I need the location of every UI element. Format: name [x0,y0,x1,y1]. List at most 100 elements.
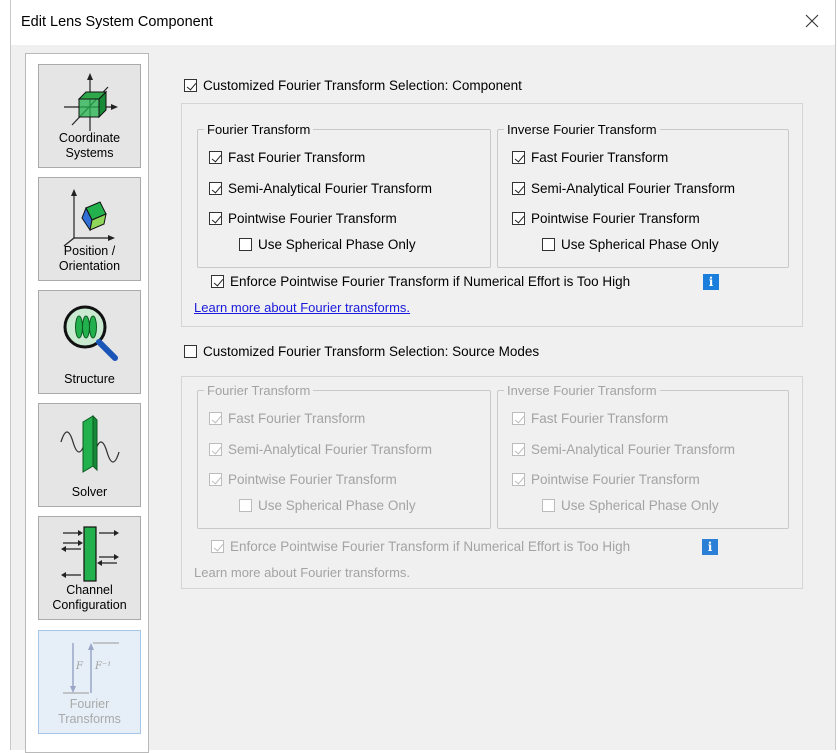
component-pointwise-ft-checkbox[interactable]: Pointwise Fourier Transform [209,211,397,226]
checkbox-checked-icon [209,182,222,195]
checkbox-label: Pointwise Fourier Transform [228,472,397,487]
fourier-transforms-icon: F F⁻¹ [62,642,119,694]
checkbox-checked-icon [209,151,222,164]
checkbox-checked-icon [512,473,525,486]
checkbox-label: Use Spherical Phase Only [561,498,719,513]
component-inverse-semi-analytical-ft-checkbox[interactable]: Semi-Analytical Fourier Transform [512,181,735,196]
checkbox-label: Enforce Pointwise Fourier Transform if N… [230,274,631,289]
source-inverse-fast-ft-checkbox[interactable]: Fast Fourier Transform [512,411,668,426]
source-inverse-pointwise-ft-checkbox[interactable]: Pointwise Fourier Transform [512,472,700,487]
checkbox-checked-icon [209,473,222,486]
source-modes-customized-checkbox[interactable]: Customized Fourier Transform Selection: … [184,344,539,359]
checkbox-checked-icon [211,275,224,288]
component-inverse-fourier-transform-group: Inverse Fourier Transform Fast Fourier T… [497,122,789,268]
sidebar-item-position-orientation[interactable]: Position / Orientation [38,177,141,281]
checkbox-label: Fast Fourier Transform [228,150,366,165]
component-enforce-pointwise-checkbox[interactable]: Enforce Pointwise Fourier Transform if N… [211,274,630,289]
structure-icon [63,305,118,361]
group-legend: Fourier Transform [204,122,314,137]
component-customized-label: Customized Fourier Transform Selection: … [203,78,522,93]
checkbox-unchecked-icon [542,499,555,512]
source-fast-ft-checkbox[interactable]: Fast Fourier Transform [209,411,365,426]
navigation-sidebar: Coordinate Systems Position / Orientatio… [25,53,149,753]
component-spherical-phase-checkbox[interactable]: Use Spherical Phase Only [239,237,416,252]
source-enforce-pointwise-checkbox[interactable]: Enforce Pointwise Fourier Transform if N… [211,539,630,554]
checkbox-unchecked-icon [542,238,555,251]
channel-configuration-icon [60,526,119,582]
checkbox-label: Fast Fourier Transform [531,411,669,426]
svg-text:F⁻¹: F⁻¹ [94,661,111,672]
checkbox-checked-icon [512,412,525,425]
sidebar-item-solver[interactable]: Solver [38,403,141,507]
component-fourier-transform-group: Fourier Transform Fast Fourier Transform… [197,122,491,268]
checkbox-checked-icon [209,412,222,425]
checkbox-label: Semi-Analytical Fourier Transform [228,181,433,196]
info-icon[interactable]: i [702,539,718,555]
sidebar-item-label: Structure [64,372,115,386]
component-inverse-pointwise-ft-checkbox[interactable]: Pointwise Fourier Transform [512,211,700,226]
source-spherical-phase-checkbox[interactable]: Use Spherical Phase Only [239,498,416,513]
checkbox-checked-icon [209,212,222,225]
solver-icon [59,414,120,473]
source-modes-customized-label: Customized Fourier Transform Selection: … [203,344,540,359]
source-inverse-semi-analytical-ft-checkbox[interactable]: Semi-Analytical Fourier Transform [512,442,735,457]
sidebar-item-coordinate-systems[interactable]: Coordinate Systems [38,64,141,168]
checkbox-label: Semi-Analytical Fourier Transform [531,181,736,196]
sidebar-item-fourier-transforms[interactable]: F F⁻¹ Fourier Transforms [38,630,141,734]
checkbox-label: Pointwise Fourier Transform [531,211,700,226]
position-orientation-icon [63,189,115,247]
source-modes-group: Fourier Transform Fast Fourier Transform… [181,376,803,589]
checkbox-label: Use Spherical Phase Only [561,237,719,252]
component-fast-ft-checkbox[interactable]: Fast Fourier Transform [209,150,365,165]
checkbox-label: Pointwise Fourier Transform [531,472,700,487]
window-title: Edit Lens System Component [21,14,213,30]
component-inverse-fast-ft-checkbox[interactable]: Fast Fourier Transform [512,150,668,165]
learn-more-link[interactable]: Learn more about Fourier transforms. [194,300,410,315]
checkbox-checked-icon [512,212,525,225]
component-inverse-spherical-phase-checkbox[interactable]: Use Spherical Phase Only [542,237,719,252]
group-legend: Inverse Fourier Transform [504,383,660,398]
sidebar-item-channel-configuration[interactable]: Channel Configuration [38,516,141,620]
close-icon [805,14,819,28]
checkbox-label: Semi-Analytical Fourier Transform [228,442,433,457]
source-modes-inverse-fourier-transform-group: Inverse Fourier Transform Fast Fourier T… [497,383,789,529]
source-semi-analytical-ft-checkbox[interactable]: Semi-Analytical Fourier Transform [209,442,432,457]
checkbox-label: Semi-Analytical Fourier Transform [531,442,736,457]
group-legend: Fourier Transform [204,383,314,398]
sidebar-item-label: Position / Orientation [58,244,121,273]
checkbox-label: Fast Fourier Transform [531,150,669,165]
info-icon[interactable]: i [703,274,719,290]
checkbox-unchecked-icon [239,499,252,512]
checkbox-checked-icon [211,540,224,553]
close-button[interactable] [795,6,829,36]
coordinate-systems-icon [63,73,118,131]
sidebar-item-label: Solver [71,485,108,499]
learn-more-link: Learn more about Fourier transforms. [194,565,411,580]
component-group: Fourier Transform Fast Fourier Transform… [181,103,803,327]
checkbox-checked-icon [209,443,222,456]
checkbox-checked-icon [512,443,525,456]
component-customized-checkbox[interactable]: Customized Fourier Transform Selection: … [184,78,522,93]
sidebar-item-label: Channel Configuration [52,583,127,612]
checkbox-label: Use Spherical Phase Only [258,498,416,513]
dialog-body: Coordinate Systems Position / Orientatio… [11,45,835,753]
checkbox-checked-icon [512,182,525,195]
source-modes-fourier-transform-group: Fourier Transform Fast Fourier Transform… [197,383,491,529]
dialog-window: Edit Lens System Component Coordinate Sy… [10,0,836,753]
checkbox-checked-icon [184,79,197,92]
title-bar: Edit Lens System Component [11,0,835,44]
sidebar-item-label: Coordinate Systems [58,131,121,160]
source-inverse-spherical-phase-checkbox[interactable]: Use Spherical Phase Only [542,498,719,513]
checkbox-unchecked-icon [184,345,197,358]
sidebar-item-structure[interactable]: Structure [38,290,141,394]
fourier-settings-panel: Customized Fourier Transform Selection: … [181,45,831,745]
checkbox-label: Use Spherical Phase Only [258,237,416,252]
checkbox-label: Enforce Pointwise Fourier Transform if N… [230,539,631,554]
component-semi-analytical-ft-checkbox[interactable]: Semi-Analytical Fourier Transform [209,181,432,196]
svg-text:F: F [75,661,84,672]
checkbox-unchecked-icon [239,238,252,251]
checkbox-label: Pointwise Fourier Transform [228,211,397,226]
checkbox-checked-icon [512,151,525,164]
source-pointwise-ft-checkbox[interactable]: Pointwise Fourier Transform [209,472,397,487]
group-legend: Inverse Fourier Transform [504,122,660,137]
